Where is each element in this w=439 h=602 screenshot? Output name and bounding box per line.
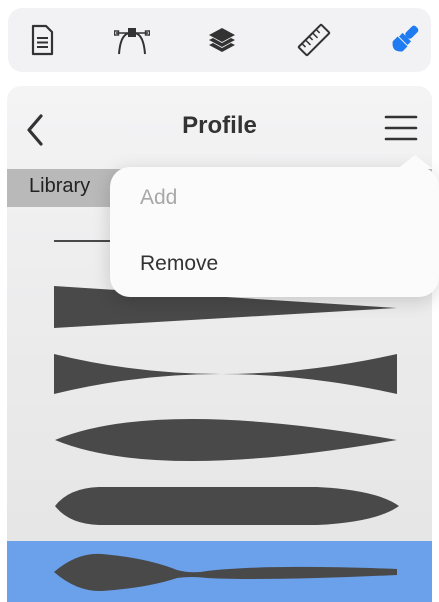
tool-bar bbox=[8, 8, 431, 72]
profile-pinch[interactable] bbox=[54, 354, 397, 394]
profile-wave[interactable] bbox=[54, 553, 397, 592]
ruler-icon[interactable] bbox=[296, 22, 332, 58]
add-menu-item[interactable]: Add bbox=[140, 186, 177, 210]
profile-list bbox=[54, 240, 399, 592]
menu-popover: Add Remove bbox=[110, 155, 439, 297]
document-icon[interactable] bbox=[24, 22, 60, 58]
profile-panel: Profile Library bbox=[7, 86, 432, 602]
profile-rounded-taper[interactable] bbox=[55, 487, 399, 525]
layers-icon[interactable] bbox=[204, 22, 240, 58]
bezier-pen-icon[interactable] bbox=[114, 22, 150, 58]
popover-arrow bbox=[397, 155, 433, 169]
brush-icon[interactable] bbox=[386, 22, 422, 58]
remove-menu-item[interactable]: Remove bbox=[140, 252, 218, 276]
profile-lens[interactable] bbox=[55, 419, 397, 461]
